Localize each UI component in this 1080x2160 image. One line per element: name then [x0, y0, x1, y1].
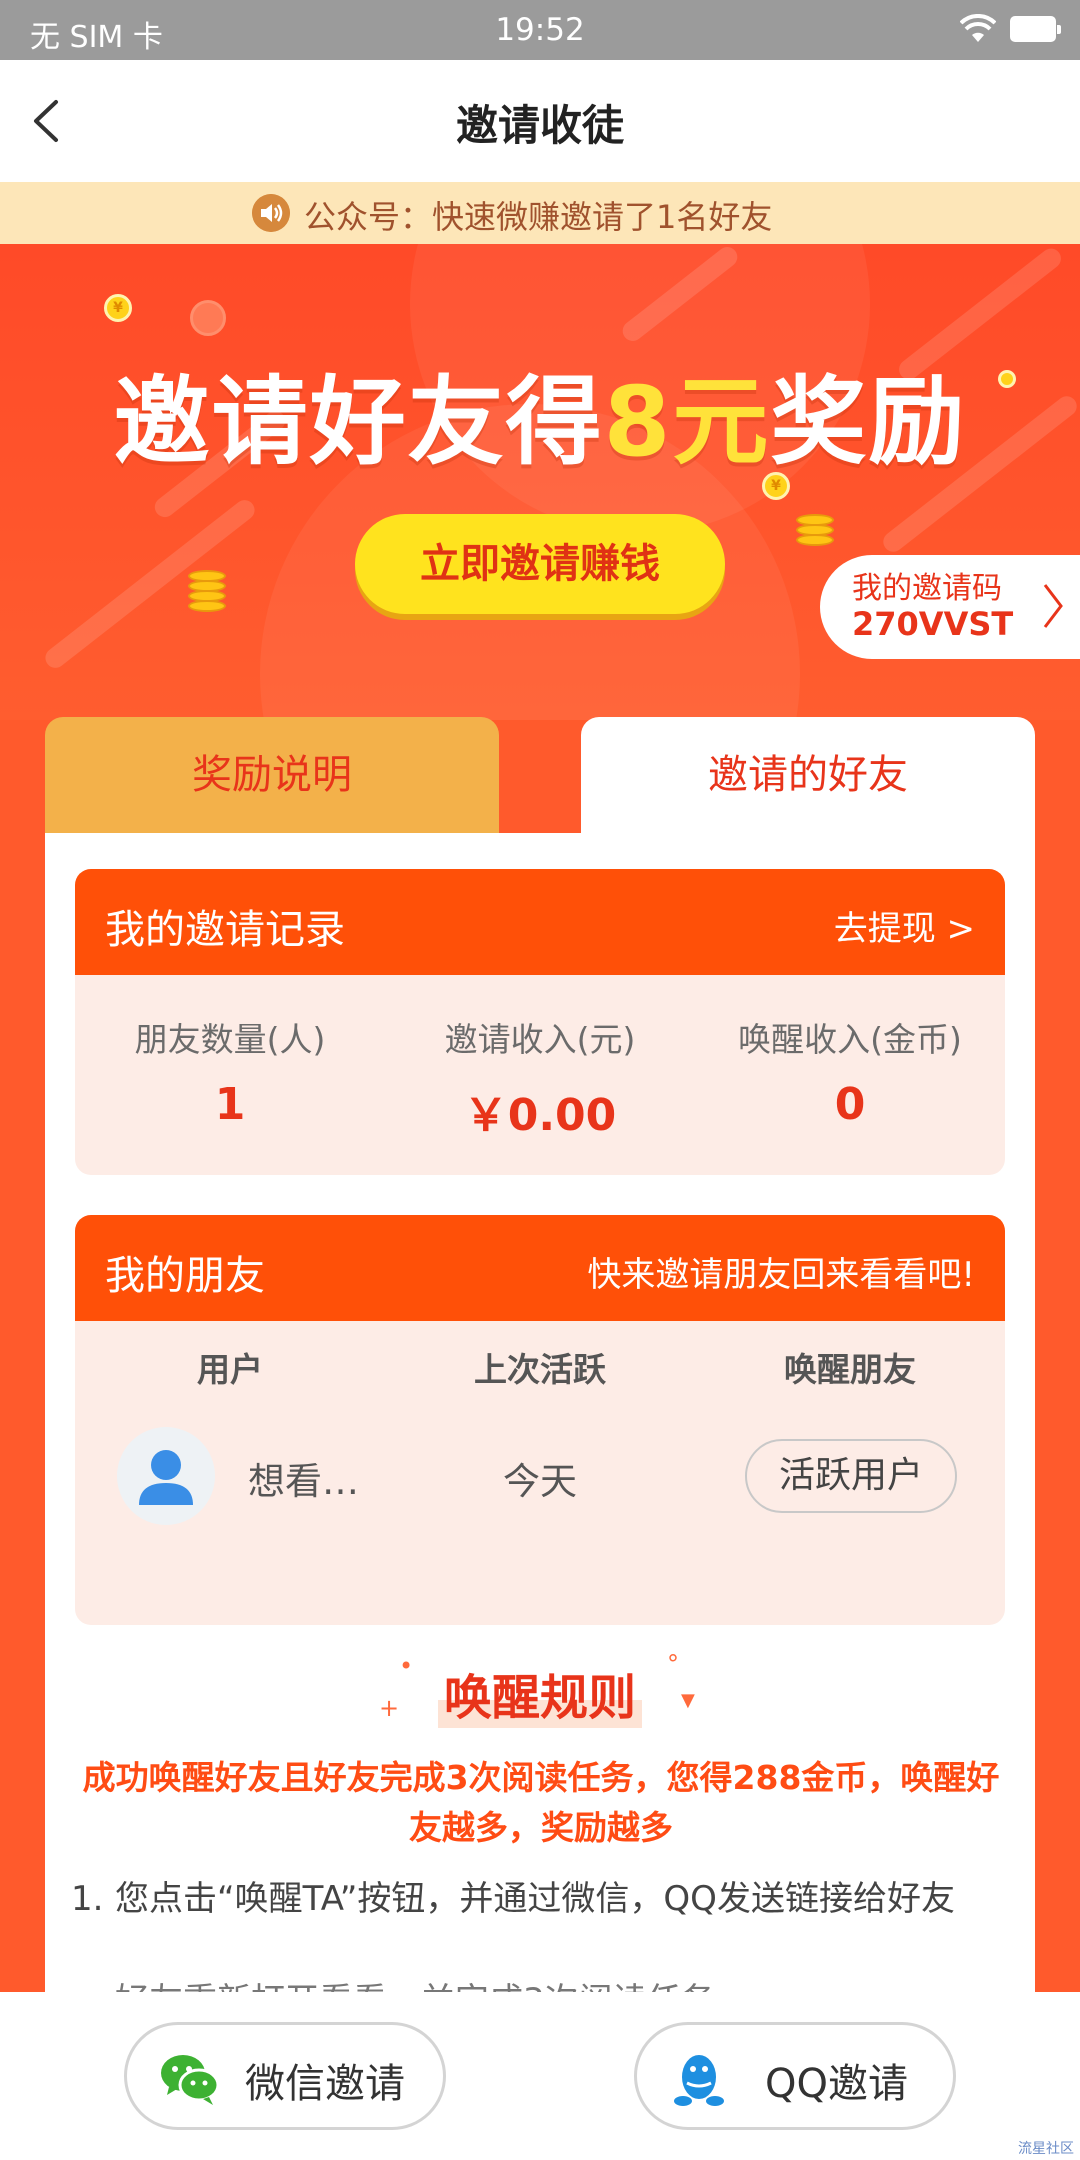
- rule-item-number: 1.: [71, 1879, 104, 1919]
- coin-stack-icon: [796, 514, 834, 546]
- column-user: 用户: [197, 1350, 263, 1389]
- stat-label: 朋友数量(人): [134, 1020, 326, 1059]
- content-panel: 我的邀请记录 去提现 > 朋友数量(人) 1 邀请收入(元) ￥0.00 唤醒收…: [45, 833, 1035, 2021]
- rule-section-title: • + 唤醒规则 ° ▼: [45, 1650, 1035, 1728]
- hero-headline: 邀请好友得8元奖励: [0, 344, 1080, 483]
- coin-stack-icon: [188, 570, 226, 612]
- notice-text: 公众号：快速微赚邀请了1名好友: [304, 198, 773, 236]
- headline-amount: 8元: [603, 366, 771, 478]
- invite-now-button[interactable]: 立即邀请赚钱: [355, 514, 725, 614]
- chevron-right-icon: [1043, 584, 1063, 628]
- wifi-icon: [960, 14, 996, 42]
- tab-bar: 奖励说明 邀请的好友: [45, 717, 1035, 833]
- decor-streak: [41, 496, 259, 672]
- status-bar: 无 SIM 卡 19:52: [0, 0, 1080, 60]
- page-title: 邀请收徒: [455, 101, 624, 150]
- decor-triangle: ▼: [681, 1690, 695, 1711]
- stat-value: 1: [214, 1079, 246, 1130]
- my-friends-header: 我的朋友 快来邀请朋友回来看看吧!: [75, 1215, 1005, 1321]
- decor-dot: •: [399, 1652, 414, 1680]
- friend-last-active: 今天: [503, 1460, 577, 1503]
- decor-plus: +: [379, 1694, 400, 1722]
- share-bar: 微信邀请 QQ邀请 流星社区: [0, 1992, 1080, 2160]
- invite-record-title: 我的邀请记录: [105, 907, 345, 953]
- my-friends-subtitle: 快来邀请朋友回来看看吧!: [587, 1255, 975, 1295]
- stat-friend-count: 朋友数量(人) 1: [75, 975, 385, 1175]
- qq-invite-button[interactable]: QQ邀请: [634, 2022, 956, 2130]
- user-icon: [139, 1450, 193, 1505]
- my-friends-card: 我的朋友 快来邀请朋友回来看看吧! 用户 上次活跃 唤醒朋友 想看… 今天 活跃…: [75, 1215, 1005, 1625]
- rule-item: 1. 您点击“唤醒TA”按钮，并通过微信，QQ发送链接给好友: [71, 1873, 1011, 1925]
- stat-label: 唤醒收入(金币): [738, 1020, 962, 1059]
- tab-invited-friends[interactable]: 邀请的好友: [581, 717, 1035, 833]
- stat-invite-income: 邀请收入(元) ￥0.00: [385, 975, 695, 1175]
- column-wake-friend: 唤醒朋友: [784, 1350, 916, 1389]
- wechat-icon: [161, 2055, 220, 2105]
- friends-table-header: 用户 上次活跃 唤醒朋友: [75, 1321, 1005, 1419]
- qq-penguin-icon: [674, 2055, 724, 2106]
- headline-prefix: 邀请好友得: [113, 366, 604, 478]
- hero-banner: ¥ ¥ 邀请好友得8元奖励 立即邀请赚钱 我的邀请码 270VVST: [0, 244, 1080, 720]
- stat-value: ￥0.00: [463, 1090, 617, 1141]
- stat-value: 0: [834, 1079, 866, 1130]
- coin-icon: [190, 300, 226, 336]
- avatar: [117, 1427, 215, 1525]
- rule-item-text: 您点击“唤醒TA”按钮，并通过微信，QQ发送链接给好友: [115, 1879, 955, 1919]
- invite-record-card: 我的邀请记录 去提现 > 朋友数量(人) 1 邀请收入(元) ￥0.00 唤醒收…: [75, 869, 1005, 1175]
- invite-code-label: 我的邀请码: [852, 571, 1002, 606]
- invite-code-button[interactable]: 我的邀请码 270VVST: [820, 555, 1080, 659]
- notice-banner: 公众号：快速微赚邀请了1名好友: [0, 182, 1080, 244]
- invite-record-header: 我的邀请记录 去提现 >: [75, 869, 1005, 975]
- wechat-invite-button[interactable]: 微信邀请: [124, 2022, 446, 2130]
- column-last-active: 上次活跃: [474, 1350, 606, 1389]
- battery-icon: [1010, 16, 1061, 42]
- table-row: 想看… 今天 活跃用户: [75, 1419, 1005, 1539]
- clock: 19:52: [495, 12, 585, 48]
- headline-suffix: 奖励: [770, 366, 967, 478]
- friend-name: 想看…: [248, 1460, 359, 1503]
- watermark: 流星社区: [1018, 2141, 1074, 2157]
- tab-reward-rules[interactable]: 奖励说明: [45, 717, 499, 833]
- stat-wake-income: 唤醒收入(金币) 0: [695, 975, 1005, 1175]
- friend-status-badge[interactable]: 活跃用户: [745, 1439, 957, 1513]
- qq-invite-label: QQ邀请: [765, 2061, 908, 2107]
- rule-description: 成功唤醒好友且好友完成3次阅读任务，您得288金币，唤醒好友越多，奖励越多: [82, 1758, 1000, 1847]
- speaker-icon: [252, 194, 290, 232]
- yen-coin-icon: ¥: [104, 294, 132, 322]
- invite-stats: 朋友数量(人) 1 邀请收入(元) ￥0.00 唤醒收入(金币) 0: [75, 975, 1005, 1175]
- my-friends-title: 我的朋友: [105, 1253, 265, 1299]
- rule-title-text: 唤醒规则: [437, 1658, 642, 1728]
- decor-ring: °: [667, 1650, 679, 1678]
- wechat-invite-label: 微信邀请: [245, 2061, 405, 2107]
- withdraw-link[interactable]: 去提现 >: [834, 901, 975, 950]
- nav-bar: 邀请收徒: [0, 60, 1080, 182]
- stat-label: 邀请收入(元): [444, 1020, 636, 1059]
- invite-code-value: 270VVST: [852, 605, 1014, 643]
